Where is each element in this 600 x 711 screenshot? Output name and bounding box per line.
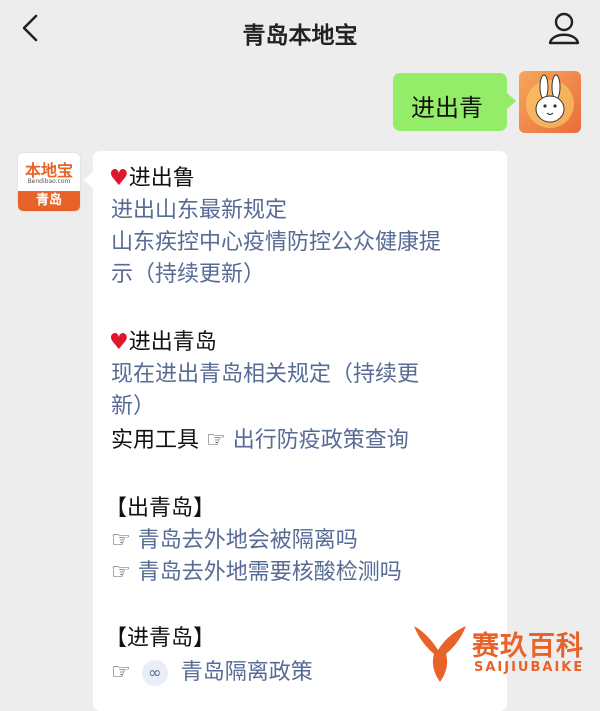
tool-row: 实用工具 ☞ 出行防疫政策查询: [111, 425, 409, 457]
link-nucleic-test-leaving[interactable]: 青岛去外地需要核酸检测吗: [138, 560, 402, 585]
list-item: ☞ 青岛去外地会被隔离吗: [111, 525, 358, 557]
top-navigation-bar: 青岛本地宝: [0, 0, 600, 60]
heart-icon: ♥: [109, 166, 129, 191]
link-quarantine-leaving[interactable]: 青岛去外地会被隔离吗: [138, 528, 358, 553]
pointing-hand-icon: ☞: [111, 528, 131, 553]
link-shandong-cdc-line1[interactable]: 山东疾控中心疫情防控公众健康提: [111, 227, 441, 259]
link-qingdao-rules-line2[interactable]: 新）: [111, 391, 155, 423]
sent-message-text: 进出青: [411, 94, 483, 122]
section-heading: 【出青岛】: [105, 496, 216, 521]
avatar-url-text: Bendibao.com: [27, 178, 71, 185]
sent-message-bubble[interactable]: 进出青: [393, 73, 516, 131]
whale-tail-logo-icon: [414, 626, 466, 682]
watermark: 赛玖百科 SAIJIUBAIKE: [410, 620, 595, 690]
user-avatar[interactable]: [519, 71, 581, 133]
link-shandong-rules[interactable]: 进出山东最新规定: [111, 195, 287, 227]
watermark-subtitle: SAIJIUBAIKE: [474, 660, 585, 675]
pointing-hand-icon: ☞: [111, 560, 131, 585]
pointing-hand-icon: ☞: [111, 660, 131, 685]
rabbit-avatar-icon: [526, 74, 574, 128]
watermark-brand: 赛玖百科: [472, 631, 584, 662]
link-qingdao-rules-line1[interactable]: 现在进出青岛相关规定（持续更: [111, 359, 419, 391]
section-heading: ♥进出鲁: [109, 166, 195, 191]
list-item: ☞ ∞ 青岛隔离政策: [111, 657, 313, 689]
link-chain-icon: ∞: [141, 660, 168, 686]
list-item: ☞ 青岛去外地需要核酸检测吗: [111, 557, 402, 589]
tool-label: 实用工具: [111, 428, 200, 453]
pointing-hand-icon: ☞: [206, 428, 226, 453]
heart-icon: ♥: [109, 330, 129, 355]
avatar-city-text: 青岛: [18, 191, 80, 211]
link-travel-policy-query[interactable]: 出行防疫政策查询: [233, 428, 409, 453]
chat-title: 青岛本地宝: [242, 23, 358, 49]
link-qingdao-quarantine-policy[interactable]: 青岛隔离政策: [181, 660, 313, 685]
person-icon[interactable]: [546, 10, 582, 46]
official-account-avatar[interactable]: 本地宝 Bendibao.com 青岛: [17, 152, 81, 212]
link-shandong-cdc-line2[interactable]: 示（持续更新）: [111, 259, 265, 291]
section-heading: ♥进出青岛: [109, 330, 217, 355]
section-heading: 【进青岛】: [105, 626, 216, 651]
